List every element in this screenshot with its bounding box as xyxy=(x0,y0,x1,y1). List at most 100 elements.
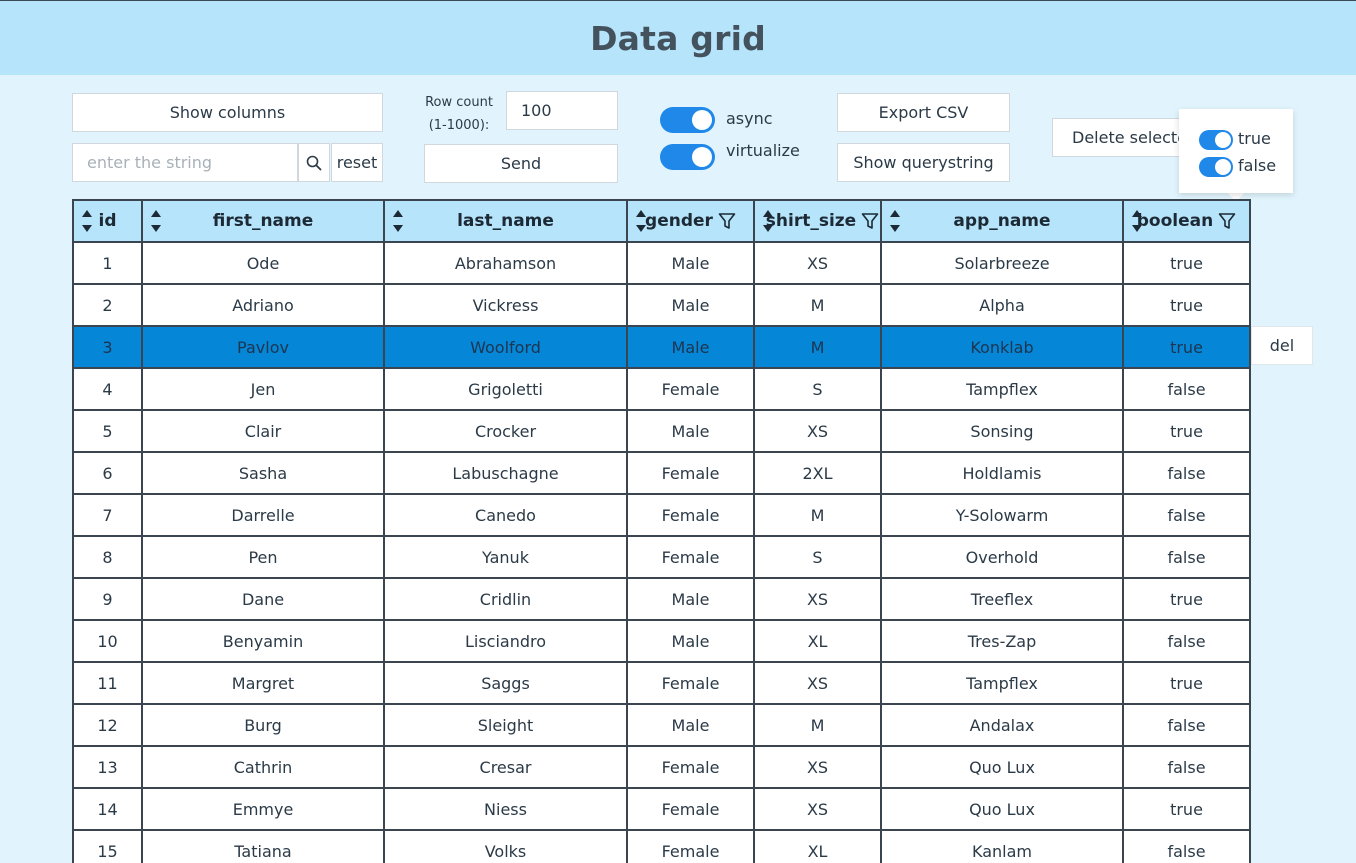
cell-id[interactable]: 9 xyxy=(72,577,143,621)
cell-last-name[interactable]: Cridlin xyxy=(383,577,628,621)
row-count-input[interactable] xyxy=(506,91,618,130)
row-delete-button[interactable]: del xyxy=(1251,326,1313,365)
sort-icon[interactable] xyxy=(391,208,405,234)
column-header-id[interactable]: id xyxy=(72,199,143,243)
cell-last-name[interactable]: Grigoletti xyxy=(383,367,628,411)
column-header-app-name[interactable]: app_name xyxy=(880,199,1124,243)
export-csv-button[interactable]: Export CSV xyxy=(837,93,1010,132)
table-row[interactable]: 15 Tatiana Volks Female XL Kanlam false xyxy=(72,829,1251,863)
table-row[interactable]: 7 Darrelle Canedo Female M Y-Solowarm false xyxy=(72,493,1251,537)
cell-boolean[interactable]: true xyxy=(1122,325,1251,369)
cell-last-name[interactable]: Niess xyxy=(383,787,628,831)
async-toggle[interactable] xyxy=(660,107,715,133)
cell-last-name[interactable]: Vickress xyxy=(383,283,628,327)
cell-id[interactable]: 1 xyxy=(72,241,143,285)
cell-id[interactable]: 2 xyxy=(72,283,143,327)
table-row[interactable]: 1 Ode Abrahamson Male XS Solarbreeze true xyxy=(72,241,1251,285)
cell-app-name[interactable]: Holdlamis xyxy=(880,451,1124,495)
table-row[interactable]: 14 Emmye Niess Female XS Quo Lux true xyxy=(72,787,1251,831)
table-row[interactable]: 9 Dane Cridlin Male XS Treeflex true xyxy=(72,577,1251,621)
cell-app-name[interactable]: Quo Lux xyxy=(880,787,1124,831)
cell-boolean[interactable]: false xyxy=(1122,619,1251,663)
cell-id[interactable]: 4 xyxy=(72,367,143,411)
column-header-shirt-size[interactable]: shirt_size xyxy=(753,199,882,243)
cell-shirt-size[interactable]: XS xyxy=(753,787,882,831)
cell-app-name[interactable]: Sonsing xyxy=(880,409,1124,453)
sort-icon[interactable] xyxy=(634,208,648,234)
cell-app-name[interactable]: Andalax xyxy=(880,703,1124,747)
cell-gender[interactable]: Male xyxy=(626,619,755,663)
column-header-boolean[interactable]: boolean xyxy=(1122,199,1251,243)
cell-shirt-size[interactable]: XS xyxy=(753,661,882,705)
cell-shirt-size[interactable]: 2XL xyxy=(753,451,882,495)
cell-first-name[interactable]: Emmye xyxy=(141,787,385,831)
cell-id[interactable]: 14 xyxy=(72,787,143,831)
cell-last-name[interactable]: Cresar xyxy=(383,745,628,789)
cell-gender[interactable]: Female xyxy=(626,661,755,705)
table-row[interactable]: 11 Margret Saggs Female XS Tampflex true xyxy=(72,661,1251,705)
cell-boolean[interactable]: true xyxy=(1122,577,1251,621)
cell-gender[interactable]: Female xyxy=(626,745,755,789)
cell-shirt-size[interactable]: XS xyxy=(753,745,882,789)
cell-app-name[interactable]: Konklab xyxy=(880,325,1124,369)
cell-first-name[interactable]: Ode xyxy=(141,241,385,285)
filter-false-toggle[interactable] xyxy=(1199,157,1233,177)
table-row[interactable]: 13 Cathrin Cresar Female XS Quo Lux false xyxy=(72,745,1251,789)
cell-id[interactable]: 5 xyxy=(72,409,143,453)
cell-id[interactable]: 7 xyxy=(72,493,143,537)
cell-boolean[interactable]: true xyxy=(1122,787,1251,831)
cell-first-name[interactable]: Jen xyxy=(141,367,385,411)
cell-shirt-size[interactable]: XL xyxy=(753,829,882,863)
cell-app-name[interactable]: Treeflex xyxy=(880,577,1124,621)
table-row[interactable]: 4 Jen Grigoletti Female S Tampflex false xyxy=(72,367,1251,411)
cell-first-name[interactable]: Cathrin xyxy=(141,745,385,789)
cell-shirt-size[interactable]: S xyxy=(753,535,882,579)
cell-gender[interactable]: Male xyxy=(626,241,755,285)
filter-icon[interactable] xyxy=(718,212,736,230)
cell-boolean[interactable]: false xyxy=(1122,829,1251,863)
cell-last-name[interactable]: Crocker xyxy=(383,409,628,453)
cell-id[interactable]: 3 xyxy=(72,325,143,369)
cell-first-name[interactable]: Tatiana xyxy=(141,829,385,863)
column-header-gender[interactable]: gender xyxy=(626,199,755,243)
cell-first-name[interactable]: Pavlov xyxy=(141,325,385,369)
cell-app-name[interactable]: Alpha xyxy=(880,283,1124,327)
cell-boolean[interactable]: true xyxy=(1122,661,1251,705)
cell-id[interactable]: 12 xyxy=(72,703,143,747)
cell-id[interactable]: 15 xyxy=(72,829,143,863)
table-row[interactable]: 2 Adriano Vickress Male M Alpha true xyxy=(72,283,1251,327)
column-header-first-name[interactable]: first_name xyxy=(141,199,385,243)
cell-shirt-size[interactable]: M xyxy=(753,703,882,747)
reset-button[interactable]: reset xyxy=(331,143,383,182)
send-button[interactable]: Send xyxy=(424,144,618,183)
cell-shirt-size[interactable]: M xyxy=(753,325,882,369)
cell-boolean[interactable]: false xyxy=(1122,535,1251,579)
cell-first-name[interactable]: Clair xyxy=(141,409,385,453)
table-row[interactable]: 8 Pen Yanuk Female S Overhold false xyxy=(72,535,1251,579)
filter-icon[interactable] xyxy=(1218,212,1236,230)
sort-icon[interactable] xyxy=(761,208,775,234)
cell-boolean[interactable]: false xyxy=(1122,367,1251,411)
cell-first-name[interactable]: Sasha xyxy=(141,451,385,495)
cell-last-name[interactable]: Abrahamson xyxy=(383,241,628,285)
cell-shirt-size[interactable]: XL xyxy=(753,619,882,663)
filter-true-toggle[interactable] xyxy=(1199,130,1233,150)
cell-shirt-size[interactable]: M xyxy=(753,283,882,327)
cell-shirt-size[interactable]: S xyxy=(753,367,882,411)
cell-id[interactable]: 11 xyxy=(72,661,143,705)
cell-last-name[interactable]: Canedo xyxy=(383,493,628,537)
cell-app-name[interactable]: Quo Lux xyxy=(880,745,1124,789)
cell-gender[interactable]: Male xyxy=(626,577,755,621)
cell-app-name[interactable]: Tampflex xyxy=(880,661,1124,705)
cell-boolean[interactable]: false xyxy=(1122,451,1251,495)
cell-first-name[interactable]: Benyamin xyxy=(141,619,385,663)
cell-boolean[interactable]: false xyxy=(1122,745,1251,789)
cell-gender[interactable]: Female xyxy=(626,451,755,495)
cell-boolean[interactable]: true xyxy=(1122,283,1251,327)
filter-icon[interactable] xyxy=(861,212,879,230)
show-querystring-button[interactable]: Show querystring xyxy=(837,143,1010,182)
cell-first-name[interactable]: Pen xyxy=(141,535,385,579)
cell-last-name[interactable]: Sleight xyxy=(383,703,628,747)
cell-gender[interactable]: Female xyxy=(626,367,755,411)
cell-id[interactable]: 10 xyxy=(72,619,143,663)
